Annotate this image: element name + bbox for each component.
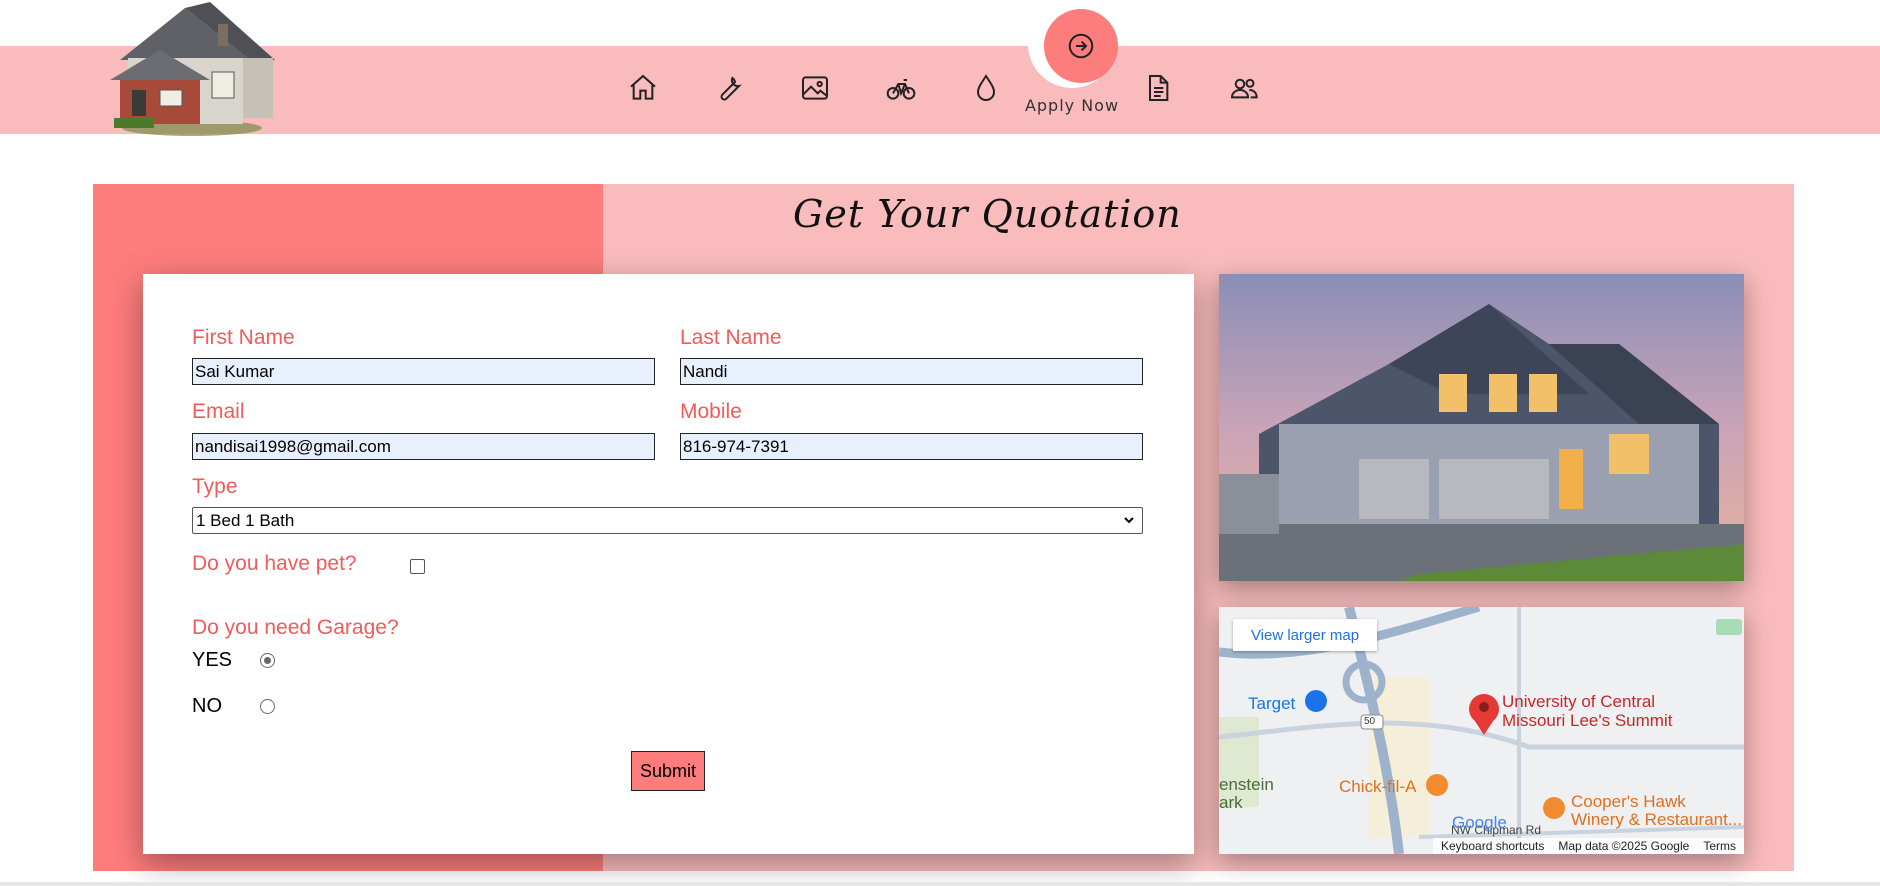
droplet-icon[interactable] [968,70,1004,106]
map-label-university-line-2: Missouri Lee's Summit [1502,711,1673,730]
submit-button[interactable]: Submit [631,751,705,791]
page: Apply Now Get Your Quotation First Name … [0,0,1880,886]
map-route-shield: 50 [1364,716,1376,727]
first-name-label: First Name [192,326,295,349]
map-label-park-line-2: ark [1219,793,1243,812]
location-map[interactable]: View larger map Target University of Cen… [1219,607,1744,854]
bicycle-icon[interactable] [883,70,919,106]
map-label-chick-fil-a: Chick-fil-A [1339,777,1417,796]
email-input[interactable]: nandisai1998@gmail.com [192,433,655,460]
garage-no-label: NO [192,695,222,717]
image-icon[interactable] [797,70,833,106]
map-label-university-line-1: University of Central [1502,692,1656,711]
last-name-input[interactable]: Nandi [680,358,1143,385]
section-title: Get Your Quotation [793,192,1182,236]
garage-label: Do you need Garage? [192,616,399,639]
arrow-right-circle-icon [1068,33,1094,59]
map-data-credit: Map data ©2025 Google [1558,839,1690,853]
terms-link[interactable]: Terms [1703,839,1736,853]
type-select[interactable]: 1 Bed 1 Bath [192,507,1143,534]
map-label-coopers-hawk-line-2: Winery & Restaurant... [1571,810,1743,829]
view-larger-map-link[interactable]: View larger map [1233,619,1377,651]
page-bottom-divider [0,882,1880,886]
house-photo [1219,274,1744,581]
map-label-target: Target [1248,694,1296,713]
first-name-input[interactable]: Sai Kumar [192,358,655,385]
google-logo: Google [1452,813,1507,832]
garage-no-radio[interactable] [260,699,275,714]
apply-now-button[interactable] [1044,9,1118,83]
email-label: Email [192,400,245,423]
mobile-input[interactable]: 816-974-7391 [680,433,1143,460]
apply-now-label[interactable]: Apply Now [1022,96,1122,115]
last-name-label: Last Name [680,326,782,349]
map-footer: Keyboard shortcuts Map data ©2025 Google… [1433,838,1744,854]
people-icon[interactable] [1226,70,1262,106]
document-icon[interactable] [1140,70,1176,106]
pet-label: Do you have pet? [192,552,357,575]
mobile-label: Mobile [680,400,742,423]
keyboard-shortcuts-link[interactable]: Keyboard shortcuts [1441,839,1544,853]
wrench-icon[interactable] [711,70,747,106]
house-logo[interactable] [100,0,290,138]
map-label-coopers-hawk-line-1: Cooper's Hawk [1571,792,1686,811]
quotation-form: First Name Sai Kumar Last Name Nandi Ema… [143,274,1194,854]
home-icon[interactable] [625,70,661,106]
type-label: Type [192,475,238,498]
chevron-down-icon [1124,517,1134,524]
garage-yes-radio[interactable] [260,653,275,668]
map-label-park-line-1: enstein [1219,775,1274,794]
type-select-value: 1 Bed 1 Bath [196,511,295,530]
garage-yes-label: YES [192,649,233,671]
pet-checkbox[interactable] [410,559,425,574]
